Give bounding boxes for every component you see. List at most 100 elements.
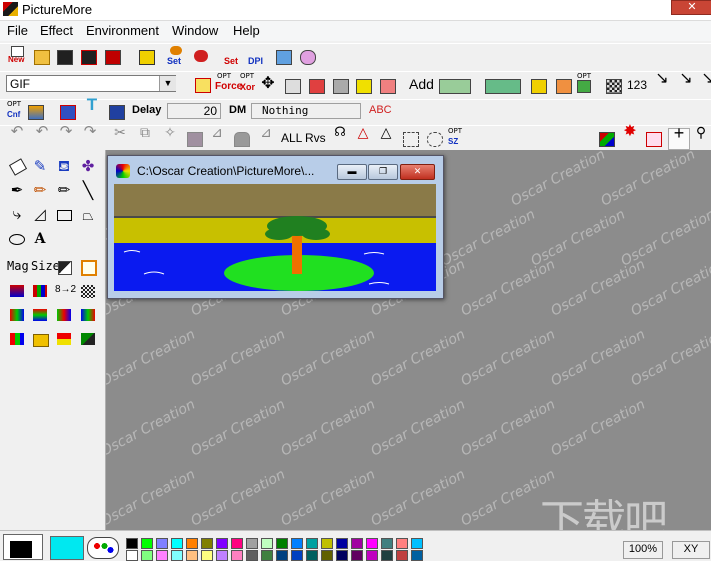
color-swatch[interactable] <box>291 550 303 561</box>
image-canvas[interactable] <box>114 184 436 291</box>
undo-icon[interactable]: ↶ <box>7 124 27 148</box>
measure-icon[interactable]: ⊿ <box>207 125 227 148</box>
abc-button[interactable]: ABC <box>369 104 392 116</box>
color-swatch[interactable] <box>321 538 333 549</box>
move-icon[interactable]: ✥ <box>258 75 278 95</box>
color-swatch[interactable] <box>126 538 138 549</box>
color-swatch[interactable] <box>276 538 288 549</box>
layer-red-icon[interactable] <box>306 75 326 95</box>
rect-select-icon[interactable] <box>400 128 420 148</box>
pen-box-icon[interactable] <box>106 101 126 121</box>
transform-icon[interactable] <box>436 75 472 95</box>
select-all-button[interactable]: ALL <box>281 131 302 145</box>
redo-icon[interactable]: ↷ <box>56 124 76 148</box>
color-swatch[interactable] <box>381 550 393 561</box>
color-swatch[interactable] <box>291 538 303 549</box>
menu-effect[interactable]: Effect <box>40 23 73 39</box>
line-tool-icon[interactable]: ⊿ <box>256 125 276 148</box>
save-all-icon[interactable] <box>78 46 98 66</box>
number-button[interactable]: 123 <box>627 78 647 92</box>
redo-all-icon[interactable]: ↷ <box>80 124 100 148</box>
set-size-button[interactable]: Set <box>223 46 243 66</box>
ellipse-icon[interactable] <box>8 230 26 248</box>
dispose-method-field[interactable]: Nothing <box>251 103 361 119</box>
color-swatch[interactable] <box>171 538 183 549</box>
color-swatch[interactable] <box>246 538 258 549</box>
menu-environment[interactable]: Environment <box>86 23 159 39</box>
rectangle-icon[interactable] <box>55 206 73 224</box>
star-box-icon[interactable] <box>643 128 663 148</box>
dpi-button[interactable]: DPI <box>248 46 268 66</box>
color-swatch[interactable] <box>186 550 198 561</box>
sparkle-icon[interactable]: ✸ <box>620 124 640 148</box>
color-swatch[interactable] <box>306 538 318 549</box>
grid-color-icon[interactable] <box>576 80 592 94</box>
text-tool-icon[interactable]: T <box>82 96 102 121</box>
color-swatch[interactable] <box>261 538 273 549</box>
rotate-icon[interactable] <box>553 75 573 95</box>
trapezoid-icon[interactable]: ⏢ <box>79 206 97 224</box>
color-grid-icon[interactable] <box>31 282 49 300</box>
color-swatch[interactable] <box>141 538 153 549</box>
pen-icon[interactable]: ✒ <box>8 182 26 200</box>
reverse-button[interactable]: Rvs <box>305 131 326 145</box>
line-style-icon[interactable] <box>57 101 77 121</box>
palette-icon[interactable] <box>297 46 317 66</box>
delay-input[interactable]: 20 <box>167 103 221 119</box>
checker-icon[interactable] <box>603 75 623 95</box>
save-as-icon[interactable] <box>102 46 122 66</box>
color-swatch[interactable] <box>216 538 228 549</box>
format-select[interactable]: GIF <box>6 75 176 92</box>
frames-icon[interactable] <box>25 101 45 121</box>
bucket-icon[interactable]: ⛾ <box>55 158 73 176</box>
color-swatch[interactable] <box>381 538 393 549</box>
color-swatch[interactable] <box>231 550 243 561</box>
color-swatch[interactable] <box>201 550 213 561</box>
curve2-tool-icon[interactable]: ↘ <box>676 71 696 95</box>
force-button[interactable]: Force <box>215 81 242 92</box>
palette-icon[interactable] <box>87 537 119 559</box>
undo-all-icon[interactable]: ↶ <box>32 124 52 148</box>
restore-button[interactable]: ❐ <box>368 164 398 180</box>
color-swatch[interactable] <box>156 538 168 549</box>
color-swatch[interactable] <box>351 538 363 549</box>
color-swap-icon[interactable] <box>55 258 73 276</box>
gradient-icon[interactable] <box>8 282 26 300</box>
color-swatch[interactable] <box>186 538 198 549</box>
pencil-color-icon[interactable]: ✏ <box>31 182 49 200</box>
text-icon[interactable]: A <box>31 230 49 248</box>
open-folder-icon[interactable] <box>31 46 51 66</box>
new-button[interactable]: New <box>7 46 27 66</box>
color-swatch[interactable] <box>156 550 168 561</box>
set-effects-button[interactable]: Set <box>166 46 186 66</box>
curve3-tool-icon[interactable]: ↘ <box>698 71 711 95</box>
image-strip-icon[interactable] <box>482 75 522 95</box>
lock-icon[interactable] <box>231 128 251 148</box>
color-swatch[interactable] <box>171 550 183 561</box>
color-swatch[interactable] <box>261 550 273 561</box>
close-icon[interactable]: ✕ <box>400 164 435 180</box>
color-swatch[interactable] <box>411 538 423 549</box>
xor-button[interactable]: Xor <box>240 82 255 92</box>
color-swatch[interactable] <box>141 550 153 561</box>
magnify-button[interactable]: Mag <box>7 259 29 273</box>
triangle-red-icon[interactable]: △ <box>353 125 373 148</box>
color-layers-icon[interactable] <box>596 128 616 148</box>
layer-mixed-icon[interactable] <box>377 75 397 95</box>
sz-button[interactable]: SZ <box>448 137 458 146</box>
line-icon[interactable]: ╲ <box>79 182 97 200</box>
color-swatch[interactable] <box>321 550 333 561</box>
crosshair-icon[interactable]: + <box>668 124 690 150</box>
layer-yellow-icon[interactable] <box>353 75 373 95</box>
ellipse-select-icon[interactable] <box>424 128 444 148</box>
color-swatch[interactable] <box>366 538 378 549</box>
save-icon[interactable] <box>54 46 74 66</box>
color-swatch[interactable] <box>216 550 228 561</box>
channel4-icon[interactable] <box>79 306 97 324</box>
color-swatch[interactable] <box>366 550 378 561</box>
menu-help[interactable]: Help <box>233 23 260 39</box>
color-swatch[interactable] <box>306 550 318 561</box>
cnf-button[interactable]: Cnf <box>7 110 20 119</box>
fill-icon[interactable] <box>184 128 204 148</box>
minimize-button[interactable]: ▬ <box>337 164 367 180</box>
